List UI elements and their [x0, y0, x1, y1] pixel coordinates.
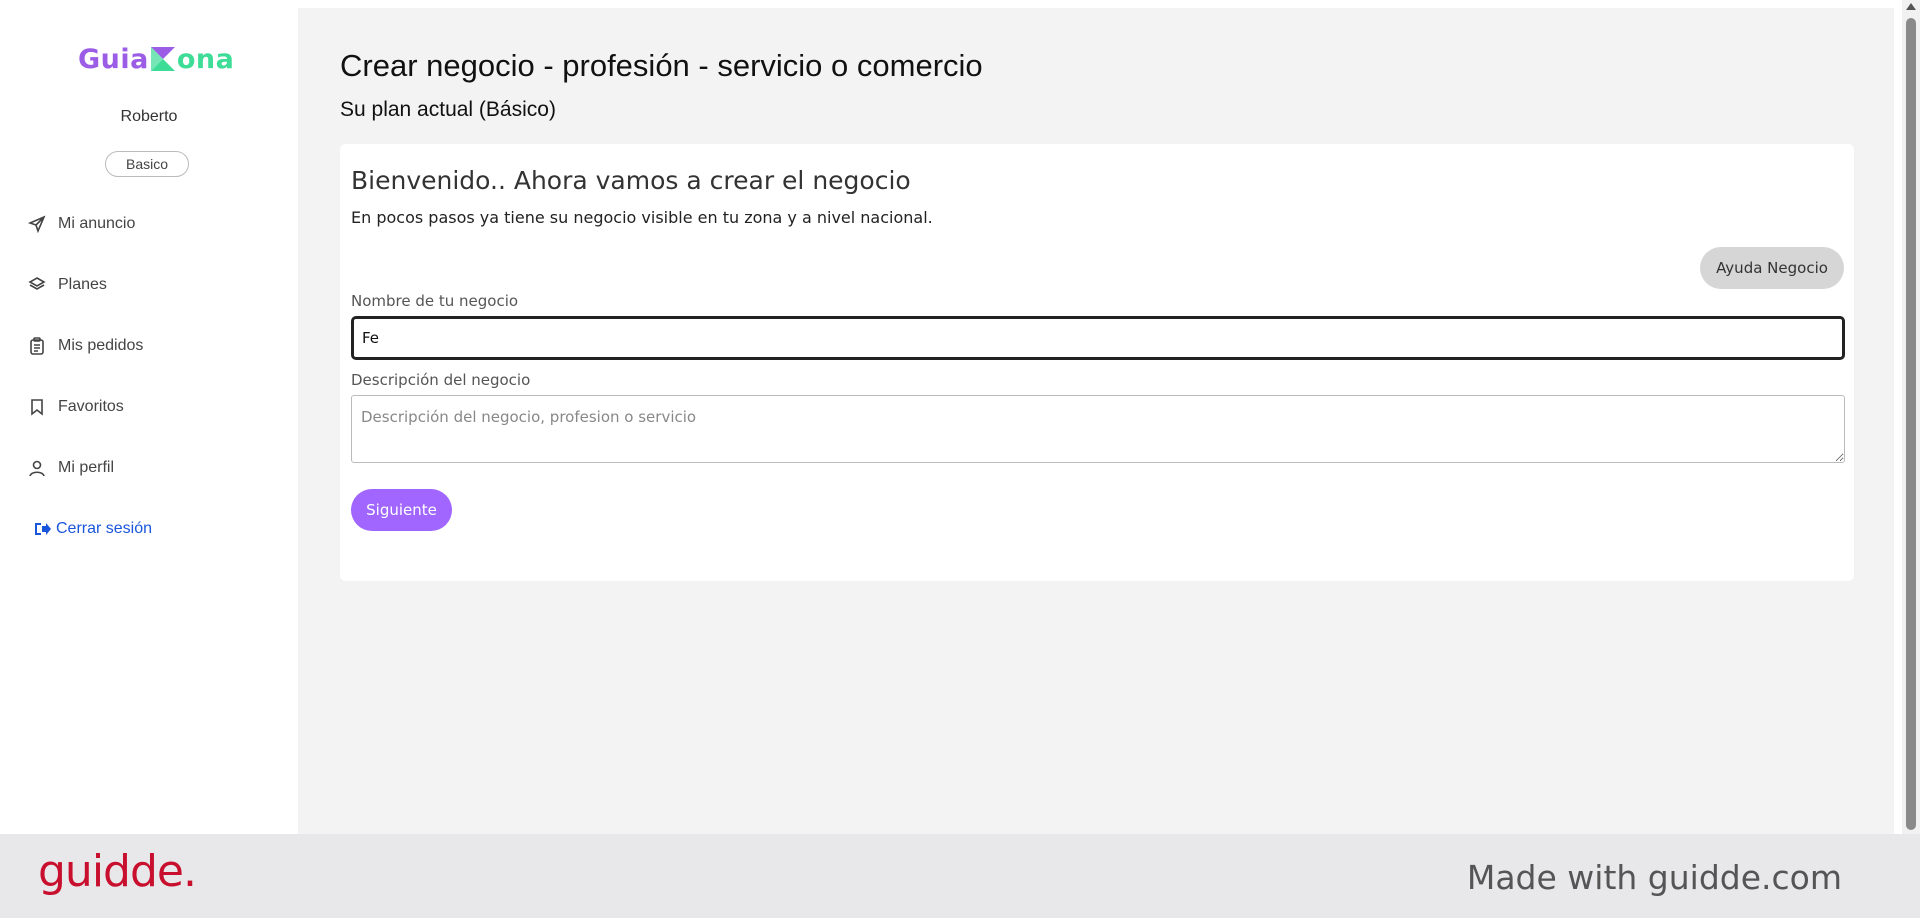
business-description-input[interactable]	[351, 395, 1845, 463]
page-scrollbar[interactable]	[1902, 0, 1920, 834]
footer-banner: guidde. Made with guidde.com	[0, 834, 1920, 918]
sign-out-icon	[35, 523, 51, 535]
sidebar-item-planes[interactable]: Planes	[28, 271, 107, 299]
sidebar: Guia ona Roberto Basico Mi anuncio Planes…	[0, 0, 298, 834]
user-icon	[28, 459, 46, 477]
business-description-label: Descripción del negocio	[351, 371, 531, 389]
sidebar-item-mi-perfil[interactable]: Mi perfil	[28, 454, 114, 482]
sidebar-item-label: Mi anuncio	[58, 215, 136, 232]
bookmark-icon	[28, 398, 46, 416]
create-business-card: Bienvenido.. Ahora vamos a crear el nego…	[340, 144, 1854, 581]
guidde-logo: guidde.	[38, 846, 197, 897]
business-name-label: Nombre de tu negocio	[351, 292, 519, 310]
user-name: Roberto	[120, 108, 178, 125]
page-title: Crear negocio - profesión - servicio o c…	[340, 48, 983, 83]
sidebar-item-favoritos[interactable]: Favoritos	[28, 393, 124, 421]
welcome-heading: Bienvenido.. Ahora vamos a crear el nego…	[351, 166, 911, 195]
welcome-subtitle: En pocos pasos ya tiene su negocio visib…	[351, 208, 933, 227]
plan-badge: Basico	[105, 151, 189, 177]
guiazona-logo[interactable]: Guia ona	[78, 44, 234, 75]
business-name-input[interactable]	[351, 316, 1845, 360]
scroll-up-arrow-icon[interactable]	[1906, 3, 1916, 10]
current-plan-text: Su plan actual (Básico)	[340, 98, 556, 121]
scrollbar-thumb[interactable]	[1906, 18, 1916, 830]
sidebar-item-label: Planes	[58, 276, 107, 293]
sidebar-item-label: Favoritos	[58, 398, 124, 415]
main-content: Crear negocio - profesión - servicio o c…	[298, 8, 1894, 834]
logo-z-mark	[150, 47, 175, 71]
made-with-text: Made with guidde.com	[1466, 858, 1842, 897]
send-icon	[27, 215, 46, 234]
logout-link[interactable]: Cerrar sesión	[34, 520, 152, 538]
help-business-button[interactable]: Ayuda Negocio	[1700, 247, 1844, 289]
clipboard-icon	[28, 337, 46, 355]
sidebar-item-label: Mi perfil	[58, 459, 115, 476]
logout-label: Cerrar sesión	[56, 520, 153, 537]
sidebar-item-mis-pedidos[interactable]: Mis pedidos	[28, 332, 143, 360]
layers-icon	[28, 276, 46, 294]
sidebar-item-mi-anuncio[interactable]: Mi anuncio	[27, 210, 136, 238]
next-button[interactable]: Siguiente	[351, 489, 452, 531]
sidebar-item-label: Mis pedidos	[58, 337, 144, 354]
